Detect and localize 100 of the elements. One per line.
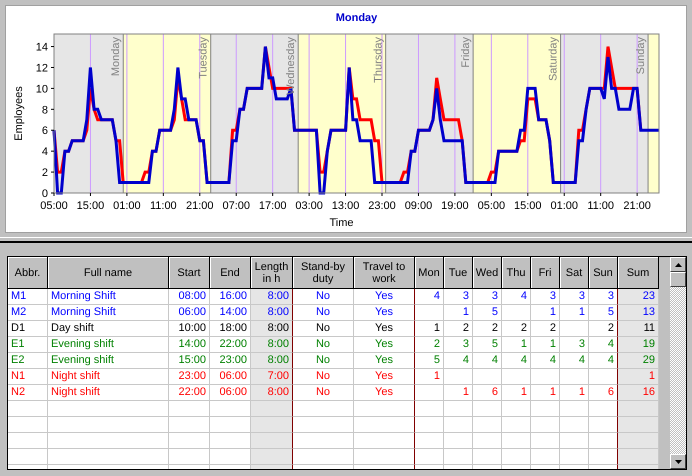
day-label: Saturday bbox=[548, 37, 560, 82]
y-axis-label: Employees bbox=[13, 86, 25, 141]
table-cell: No bbox=[293, 337, 354, 353]
tick-label: 21:00 bbox=[186, 200, 214, 212]
table-cell: 15:00 bbox=[169, 353, 210, 369]
scrollbar-thumb[interactable] bbox=[670, 272, 686, 287]
table-cell: 29 bbox=[618, 353, 659, 369]
table-cell: 8:00 bbox=[251, 321, 293, 337]
table-cell: 4 bbox=[415, 289, 444, 305]
column-header[interactable]: Sat bbox=[560, 257, 589, 289]
tick-label: 11:00 bbox=[150, 200, 177, 212]
table-cell: No bbox=[293, 305, 354, 321]
column-header[interactable]: Wed bbox=[473, 257, 502, 289]
table-cell: 10:00 bbox=[169, 321, 210, 337]
tick-label: 01:00 bbox=[113, 200, 141, 212]
table-cell: 2 bbox=[415, 337, 444, 353]
x-axis-label: Time bbox=[329, 217, 354, 229]
tick-label: 09:00 bbox=[404, 200, 432, 212]
table-cell: 11 bbox=[618, 321, 659, 337]
table-cell: No bbox=[293, 321, 354, 337]
column-header[interactable]: Abbr. bbox=[8, 257, 48, 289]
tick-label: 03:00 bbox=[295, 200, 323, 212]
table-cell: 06:00 bbox=[169, 305, 210, 321]
table-cell: E2 bbox=[8, 353, 48, 369]
column-header[interactable]: Travel to work bbox=[354, 257, 415, 289]
table-cell: 1 bbox=[531, 305, 560, 321]
table-cell: 1 bbox=[444, 305, 473, 321]
table-cell: 1 bbox=[560, 385, 589, 401]
column-header[interactable]: Stand-by duty bbox=[293, 257, 354, 289]
table-cell: 1 bbox=[618, 369, 659, 385]
table-cell: 3 bbox=[560, 337, 589, 353]
table-cell: 23:00 bbox=[169, 369, 210, 385]
table-cell: N2 bbox=[8, 385, 48, 401]
table-cell: 3 bbox=[560, 289, 589, 305]
table-cell: 5 bbox=[415, 353, 444, 369]
day-label: Friday bbox=[460, 37, 472, 68]
table-cell: 19 bbox=[618, 337, 659, 353]
day-label: Wednesday bbox=[285, 37, 298, 95]
table-cell: 4 bbox=[502, 353, 531, 369]
table-cell: No bbox=[293, 369, 354, 385]
tick-label: 10 bbox=[36, 83, 48, 96]
scroll-up-button[interactable] bbox=[670, 257, 686, 272]
table-cell: 1 bbox=[502, 337, 531, 353]
table-cell: 08:00 bbox=[169, 289, 210, 305]
table-cell: 13 bbox=[618, 305, 659, 321]
tick-label: 07:00 bbox=[222, 200, 250, 212]
table-cell: 7:00 bbox=[251, 369, 293, 385]
table-cell: 1 bbox=[560, 305, 589, 321]
table-cell: M1 bbox=[8, 289, 48, 305]
table-cell: Morning Shift bbox=[48, 289, 169, 305]
day-label: Monday bbox=[110, 37, 122, 76]
table-cell: 2 bbox=[444, 321, 473, 337]
table-cell: 5 bbox=[473, 305, 502, 321]
tick-label: 15:00 bbox=[76, 200, 104, 212]
column-header[interactable]: End bbox=[210, 257, 251, 289]
table-cell: 8:00 bbox=[251, 353, 293, 369]
scroll-down-button[interactable] bbox=[670, 454, 686, 469]
day-label: Tuesday bbox=[198, 37, 210, 79]
table-cell: 8:00 bbox=[251, 337, 293, 353]
day-label: Sunday bbox=[635, 37, 648, 74]
tick-label: 15:00 bbox=[514, 200, 542, 212]
table-cell: 8:00 bbox=[251, 385, 293, 401]
tick-label: 4 bbox=[42, 146, 48, 158]
table-cell: Yes bbox=[354, 289, 415, 305]
table-cell: Yes bbox=[354, 385, 415, 401]
table-cell: 14:00 bbox=[169, 337, 210, 353]
table-cell: 6 bbox=[473, 385, 502, 401]
table-cell: 3 bbox=[473, 289, 502, 305]
table-cell: 3 bbox=[531, 289, 560, 305]
column-header[interactable]: Sum bbox=[618, 257, 659, 289]
table-cell: No bbox=[293, 289, 354, 305]
tick-label: 19:00 bbox=[441, 200, 469, 212]
table-cell: 2 bbox=[473, 321, 502, 337]
table-cell: 4 bbox=[502, 289, 531, 305]
tick-label: 23:00 bbox=[368, 200, 396, 212]
table-cell: 4 bbox=[444, 353, 473, 369]
column-header[interactable]: Length in h bbox=[251, 257, 293, 289]
tick-label: 0 bbox=[42, 188, 48, 200]
down-triangle-icon bbox=[674, 460, 682, 464]
column-header[interactable]: Tue bbox=[444, 257, 473, 289]
column-header[interactable]: Sun bbox=[589, 257, 618, 289]
table-cell: No bbox=[293, 353, 354, 369]
column-header[interactable]: Start bbox=[169, 257, 210, 289]
column-header[interactable]: Mon bbox=[415, 257, 444, 289]
tick-label: 01:00 bbox=[550, 200, 578, 212]
tick-label: 14 bbox=[36, 42, 48, 54]
column-header[interactable]: Full name bbox=[48, 257, 169, 289]
table-cell: 4 bbox=[560, 353, 589, 369]
column-header[interactable]: Fri bbox=[531, 257, 560, 289]
table-cell: 4 bbox=[531, 353, 560, 369]
table-cell: 22:00 bbox=[169, 385, 210, 401]
tick-label: 12 bbox=[36, 62, 48, 74]
table-cell: 1 bbox=[502, 385, 531, 401]
table-cell: Yes bbox=[354, 353, 415, 369]
table-cell: Yes bbox=[354, 369, 415, 385]
column-header[interactable]: Thu bbox=[502, 257, 531, 289]
table-cell: 1 bbox=[415, 321, 444, 337]
table-cell: 1 bbox=[444, 385, 473, 401]
tick-label: 8 bbox=[42, 104, 48, 116]
table-cell: 23 bbox=[618, 289, 659, 305]
